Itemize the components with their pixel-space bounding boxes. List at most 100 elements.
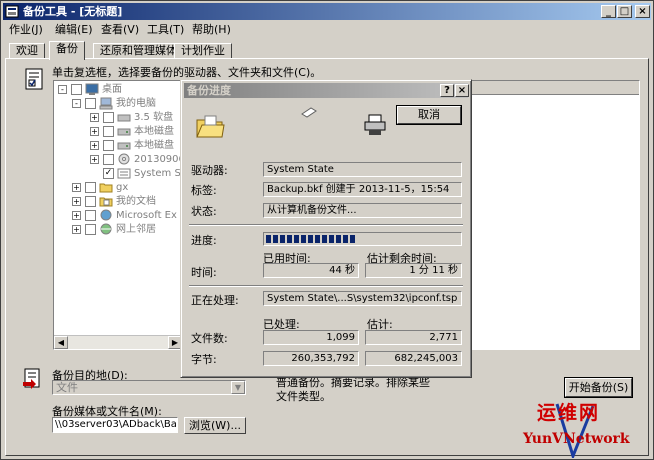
scroll-left-icon[interactable]: ◀ — [54, 336, 68, 349]
folder-icon — [196, 115, 225, 138]
cancel-button[interactable]: 取消 — [396, 105, 462, 125]
drive-label: 驱动器: — [191, 164, 228, 177]
menu-job[interactable]: 作业(J) — [7, 22, 45, 38]
tree-item-label: 3.5 软盘 — [134, 112, 174, 123]
tree-item-label: 网上邻居 — [116, 224, 156, 235]
tree-checkbox[interactable] — [71, 84, 82, 95]
flying-document-icon — [301, 107, 317, 118]
processing-value: System State\...S\system32\ipconf.tsp — [263, 291, 462, 306]
backup-summary: 普通备份。摘要记录。排除某些文件类型。 — [276, 376, 430, 403]
browse-button[interactable]: 浏览(W)... — [184, 417, 246, 434]
separator — [189, 285, 463, 287]
expand-icon[interactable]: + — [90, 127, 99, 136]
floppy-drive-icon — [117, 114, 131, 122]
menu-bar: 作业(J) 编辑(E) 查看(V) 工具(T) 帮助(H) — [3, 21, 651, 39]
folder-icon — [99, 183, 113, 193]
media-path-input[interactable]: \\03server03\ADback\Back — [52, 417, 178, 433]
tree-checkbox[interactable] — [85, 98, 96, 109]
tab-welcome[interactable]: 欢迎 — [9, 43, 45, 59]
watermark-en: YunVNetwork — [523, 431, 630, 447]
tree-checkbox[interactable] — [103, 140, 114, 151]
expand-icon[interactable]: + — [90, 155, 99, 164]
progress-segment — [329, 235, 334, 243]
tab-backup[interactable]: 备份 — [49, 41, 85, 60]
status-label: 状态: — [191, 205, 217, 218]
progress-segment — [343, 235, 348, 243]
tree-item-label: Microsoft Ex — [116, 210, 177, 221]
expand-icon[interactable]: + — [72, 211, 81, 220]
list-header[interactable] — [469, 81, 639, 95]
desktop-icon — [85, 83, 99, 95]
tree-checkbox[interactable] — [85, 224, 96, 235]
tree-checkbox[interactable] — [103, 112, 114, 123]
bytes-estimated-value: 682,245,003 — [365, 351, 462, 366]
progress-segment — [266, 235, 271, 243]
expand-icon[interactable]: + — [72, 225, 81, 234]
tree-checkbox[interactable] — [103, 154, 114, 165]
backup-drive-icon — [364, 114, 386, 135]
backup-progress-dialog: 备份进度 ? × 取消 驱动器: System State 标签: Backup… — [180, 79, 472, 378]
minimize-button[interactable]: _ — [601, 5, 616, 18]
menu-help[interactable]: 帮助(H) — [190, 22, 233, 38]
expand-icon[interactable]: + — [90, 141, 99, 150]
tree-checkbox-checked[interactable]: ✓ — [103, 168, 114, 179]
tag-value: Backup.bkf 创建于 2013-11-5，15:54 — [263, 182, 462, 197]
files-label: 文件数: — [191, 332, 228, 345]
help-icon[interactable]: ? — [440, 84, 454, 97]
tree-checkbox[interactable] — [103, 126, 114, 137]
tree-item-label: 本地磁盘 — [134, 140, 174, 151]
progress-label: 进度: — [191, 234, 217, 247]
tree-checkbox[interactable] — [85, 182, 96, 193]
collapse-icon[interactable]: - — [72, 99, 81, 108]
documents-folder-icon — [99, 197, 113, 207]
hard-drive-icon — [117, 128, 131, 136]
progress-segment — [336, 235, 341, 243]
progress-segment — [287, 235, 292, 243]
dialog-title-bar[interactable]: 备份进度 ? × — [184, 83, 469, 98]
files-estimated-value: 2,771 — [365, 330, 462, 345]
separator — [189, 224, 463, 226]
tab-schedule[interactable]: 计划作业 — [174, 43, 232, 59]
close-button[interactable]: × — [635, 5, 650, 18]
progress-segment — [315, 235, 320, 243]
tab-restore[interactable]: 还原和管理媒体 — [93, 43, 184, 59]
dialog-title: 备份进度 — [187, 84, 231, 97]
destination-select[interactable]: 文件 ▼ — [52, 380, 246, 395]
exchange-icon — [100, 209, 112, 221]
remaining-value: 1 分 11 秒 — [365, 263, 462, 278]
computer-icon — [99, 97, 113, 110]
drive-value: System State — [263, 162, 462, 177]
file-list[interactable] — [468, 80, 640, 350]
backup-tree[interactable]: - 桌面 - 我的电脑 + 3.5 软盘 + 本地磁盘 + 本地磁盘 + 201… — [53, 80, 183, 350]
tree-expander-blank — [90, 169, 99, 178]
tree-horizontal-scrollbar[interactable]: ◀ ▶ — [54, 335, 182, 349]
progress-segment — [322, 235, 327, 243]
elapsed-value: 44 秒 — [263, 263, 359, 278]
menu-edit[interactable]: 编辑(E) — [53, 22, 95, 38]
expand-icon[interactable]: + — [72, 183, 81, 192]
tree-item-label: System St — [134, 168, 183, 179]
title-bar[interactable]: 备份工具 - [无标题] _ □ × — [3, 3, 651, 20]
expand-icon[interactable]: + — [72, 197, 81, 206]
chevron-down-icon[interactable]: ▼ — [231, 381, 245, 394]
tree-item-label: 我的文档 — [116, 196, 156, 207]
collapse-icon[interactable]: - — [58, 85, 67, 94]
menu-view[interactable]: 查看(V) — [99, 22, 141, 38]
menu-tools[interactable]: 工具(T) — [145, 22, 186, 38]
start-backup-button[interactable]: 开始备份(S) — [564, 377, 633, 398]
tree-checkbox[interactable] — [85, 196, 96, 207]
expand-icon[interactable]: + — [90, 113, 99, 122]
tree-checkbox[interactable] — [85, 210, 96, 221]
tree-item-label: 我的电脑 — [116, 98, 156, 109]
watermark: 运维网 YunVNetwork — [515, 398, 654, 458]
progress-segment — [308, 235, 313, 243]
checklist-icon — [25, 68, 43, 90]
destination-value: 文件 — [56, 381, 78, 394]
destination-icon — [23, 368, 40, 389]
bytes-label: 字节: — [191, 353, 217, 366]
maximize-button[interactable]: □ — [617, 5, 632, 18]
progress-segment — [280, 235, 285, 243]
tree-item-label: 20130906_ — [134, 154, 182, 165]
files-processed-value: 1,099 — [263, 330, 359, 345]
dialog-close-icon[interactable]: × — [455, 84, 469, 97]
